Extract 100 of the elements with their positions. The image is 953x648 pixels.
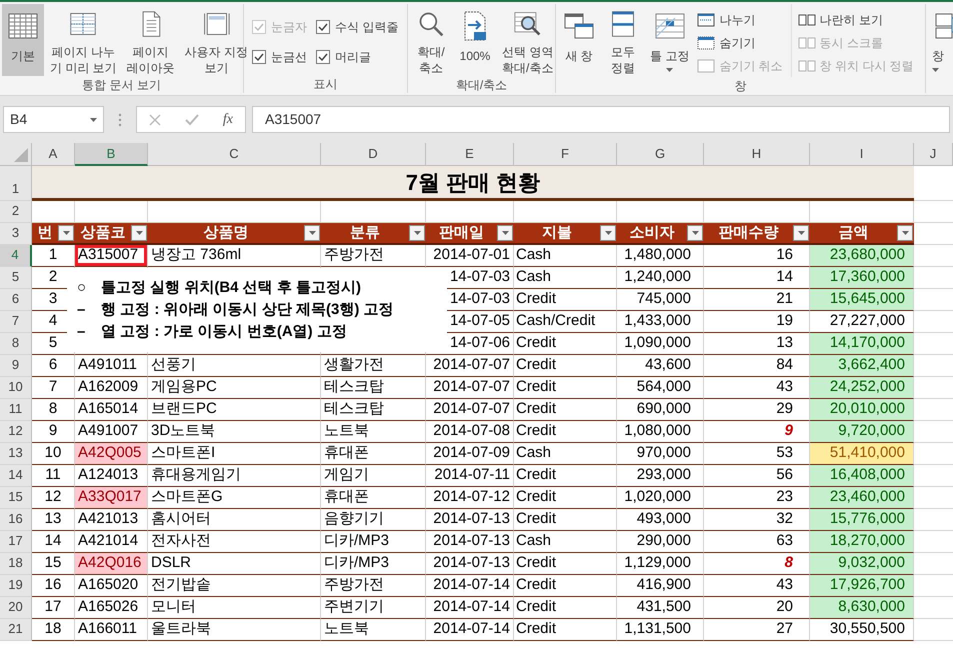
- caret-icon: [414, 231, 420, 235]
- table-cell: 1,129,000: [617, 553, 704, 575]
- table-cell: 43: [704, 377, 810, 399]
- table-cell: Credit: [514, 465, 617, 487]
- row-header[interactable]: 6: [0, 289, 32, 311]
- split-icon: [697, 12, 716, 26]
- filter-button[interactable]: [687, 225, 703, 241]
- table-cell: 29: [704, 399, 810, 421]
- row-header[interactable]: 15: [0, 487, 32, 509]
- ribbon-button[interactable]: 모두 정렬: [602, 4, 644, 76]
- note-line: – 행 고정 : 위아래 이동시 상단 제목(3행) 고정: [77, 300, 394, 320]
- row-header[interactable]: 14: [0, 465, 32, 487]
- ribbon-button[interactable]: 확대/ 축소: [410, 4, 452, 76]
- table-cell: 냉장고 736ml: [148, 245, 321, 267]
- row-header[interactable]: 4: [0, 245, 32, 267]
- ribbon-button[interactable]: 창: [928, 4, 953, 76]
- ribbon-button[interactable]: 기본: [2, 4, 44, 76]
- row-header[interactable]: 13: [0, 443, 32, 465]
- table-cell: 전기밥솥: [148, 575, 321, 597]
- table-cell: 21: [704, 289, 810, 311]
- caret-icon: [502, 231, 508, 235]
- filter-button[interactable]: [497, 225, 513, 241]
- table-cell: 290,000: [617, 531, 704, 553]
- row-header[interactable]: 3: [0, 223, 32, 245]
- table-cell: A491007: [75, 421, 148, 443]
- ribbon-button[interactable]: 나란히 보기: [798, 8, 914, 31]
- table-cell: 690,000: [617, 399, 704, 421]
- ribbon-button[interactable]: 선택 영역 확대/축소: [498, 4, 558, 76]
- filter-button[interactable]: [58, 225, 74, 241]
- checkbox-label: 눈금선: [271, 49, 307, 66]
- table-cell: 2014-07-01: [426, 245, 514, 267]
- checkbox-label: 머리글: [335, 49, 371, 66]
- table-cell: A165014: [75, 399, 148, 421]
- table-cell: Credit: [514, 355, 617, 377]
- ribbon-button[interactable]: 숨기기: [697, 31, 783, 54]
- table-cell: 8: [32, 399, 75, 421]
- table-cell: A33Q017: [75, 487, 148, 509]
- row-header[interactable]: 8: [0, 333, 32, 355]
- row-header[interactable]: 18: [0, 553, 32, 575]
- table-cell: 493,000: [617, 509, 704, 531]
- caret-icon: [902, 231, 908, 235]
- column-header[interactable]: B: [75, 143, 148, 166]
- ribbon-button[interactable]: 사용자 지정 보기: [180, 4, 252, 76]
- table-cell: 선풍기: [148, 355, 321, 377]
- check-icon[interactable]: [184, 114, 199, 126]
- note-line: – 열 고정 : 가로 이동시 번호(A열) 고정: [77, 322, 348, 342]
- table-cell: Credit: [514, 399, 617, 421]
- ribbon-button[interactable]: 틀 고정: [646, 4, 694, 76]
- insert-function-button[interactable]: fx: [222, 109, 233, 130]
- column-title: 번: [36, 223, 54, 243]
- table-cell: 2014-07-07: [426, 355, 514, 377]
- row-header[interactable]: 2: [0, 201, 32, 223]
- checkbox-label: 눈금자: [271, 19, 307, 36]
- row-header[interactable]: 11: [0, 399, 32, 421]
- table-cell: 12: [32, 487, 75, 509]
- row-header[interactable]: 7: [0, 311, 32, 333]
- filter-button[interactable]: [409, 225, 425, 241]
- table-cell: 휴대폰: [321, 443, 426, 465]
- row-header[interactable]: 12: [0, 421, 32, 443]
- column-title: 판매수량: [718, 223, 780, 243]
- checkbox[interactable]: [316, 20, 330, 34]
- row-header[interactable]: 1: [0, 166, 32, 201]
- row-header[interactable]: 20: [0, 597, 32, 619]
- checkbox[interactable]: [316, 50, 330, 64]
- table-cell: A42Q005: [75, 443, 148, 465]
- row-header[interactable]: 5: [0, 267, 32, 289]
- row-header[interactable]: 21: [0, 619, 32, 641]
- ribbon-button[interactable]: 새 창: [558, 4, 600, 76]
- ribbon-button[interactable]: 페이지 레이아웃: [122, 4, 179, 76]
- formula-field[interactable]: A315007: [252, 106, 950, 133]
- table-cell: 9,720,000: [810, 421, 914, 443]
- table-cell: 23,460,000: [810, 487, 914, 509]
- filter-button[interactable]: [793, 225, 809, 241]
- filter-button[interactable]: [600, 225, 616, 241]
- row-header[interactable]: 17: [0, 531, 32, 553]
- filter-button[interactable]: [131, 225, 147, 241]
- filter-button[interactable]: [897, 225, 913, 241]
- filter-button[interactable]: [304, 225, 320, 241]
- ribbon-button[interactable]: 나누기: [697, 8, 783, 31]
- row-header[interactable]: 16: [0, 509, 32, 531]
- table-cell: 30,550,500: [810, 619, 914, 641]
- row-header[interactable]: 9: [0, 355, 32, 377]
- table-cell: 56: [704, 465, 810, 487]
- ribbon-button[interactable]: 페이지 나누 기 미리 보기: [46, 4, 121, 76]
- row-header[interactable]: 19: [0, 575, 32, 597]
- table-cell: 주변기기: [321, 597, 426, 619]
- column-title: 소비자: [628, 223, 676, 243]
- row-header[interactable]: 10: [0, 377, 32, 399]
- table-cell: 32: [704, 509, 810, 531]
- table-cell: 15,645,000: [810, 289, 914, 311]
- sync-scroll-icon: [798, 36, 816, 50]
- name-box[interactable]: B4: [3, 106, 104, 133]
- reset-position-icon: [798, 58, 816, 72]
- table-cell: 9,032,000: [810, 553, 914, 575]
- table-cell: 43,600: [617, 355, 704, 377]
- group-label: 확대/축소: [454, 77, 508, 94]
- ribbon-button[interactable]: 100%: [454, 4, 496, 76]
- table-cell: A42Q016: [75, 553, 148, 575]
- checkbox[interactable]: [252, 50, 266, 64]
- table-cell: 스마트폰I: [148, 443, 321, 465]
